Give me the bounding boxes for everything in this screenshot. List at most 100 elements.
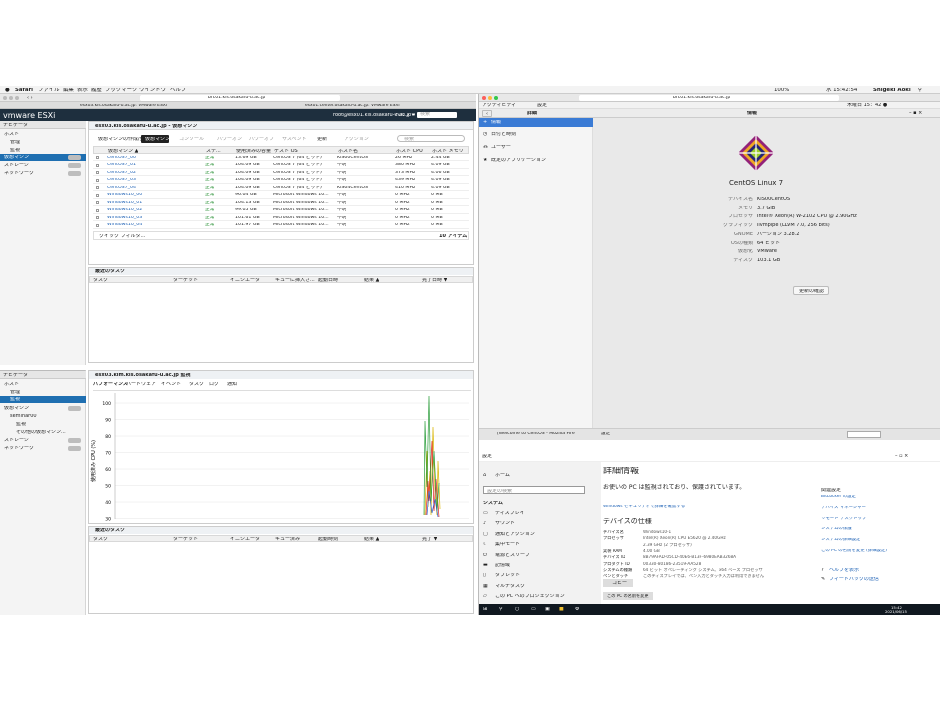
header-search-input[interactable]: 検索	[417, 111, 457, 118]
table-row[interactable]: Windows10_00 正常 96.04 GB Microsoft Windows …	[93, 192, 469, 199]
win-menu-item[interactable]: 集中モード	[495, 542, 520, 547]
bnav-vms[interactable]: 仮想マシン	[4, 406, 29, 411]
win-home[interactable]: ホーム	[495, 473, 510, 478]
table-cell[interactable]: CentOS7_04	[107, 186, 136, 191]
workspace-switcher[interactable]	[847, 431, 881, 438]
zoom-icon[interactable]	[15, 96, 19, 100]
table-cell[interactable]: Windows10_03	[107, 216, 142, 221]
table-row[interactable]: CentOS7_01 正常 104.09 GB CentOS 7 (64 ビット) 不明…	[93, 162, 469, 169]
back-arrow-icon[interactable]: ‹	[482, 110, 492, 117]
tab-hardware[interactable]: ハードウェア	[126, 382, 156, 387]
col-mem[interactable]: ホスト メモリ	[432, 149, 464, 154]
win-controls-icon[interactable]: – ▫ ×	[895, 454, 908, 459]
related-link[interactable]: システムの詳細設定	[821, 538, 860, 542]
btasks-col-initiator[interactable]: イニシエータ	[230, 537, 260, 542]
table-row[interactable]: CentOS7_03 正常 104.09 GB CentOS 7 (64 ビット) 不明…	[93, 177, 469, 184]
win-menu-item[interactable]: タブレット	[495, 573, 520, 578]
tasks-col-queued[interactable]: キューに挿入さ...	[275, 278, 315, 283]
app-menu[interactable]: Safari	[15, 88, 33, 93]
table-cell[interactable]: Windows10_01	[107, 201, 142, 206]
related-link[interactable]: BitLocker の設定	[821, 495, 856, 499]
nav-monitor[interactable]: 監視	[10, 148, 20, 153]
bnav-host[interactable]: ホスト	[4, 382, 19, 387]
win-menu-item[interactable]: 記憶域	[495, 563, 510, 568]
menubar-user[interactable]: Shigeki Aoki	[873, 88, 911, 93]
table-cell[interactable]: Windows10_02	[107, 208, 142, 213]
tasks-col-initiator[interactable]: イニシエータ	[230, 278, 260, 283]
btasks-col-queued[interactable]: キュー済み	[275, 537, 300, 542]
bnav-network[interactable]: ネットワーク	[4, 446, 34, 451]
row-checkbox[interactable]	[96, 178, 99, 182]
win-rename-button[interactable]: この PC の名前を変更	[603, 592, 653, 600]
tasks-col-complete[interactable]: 完了日時 ▼	[422, 278, 447, 283]
table-row[interactable]: CentOS7_02 正常 104.09 GB CentOS 7 (64 ビット) 不明…	[93, 169, 469, 177]
table-row[interactable]: CentOS7_04 正常 104.09 GB CentOS 7 (64 ビット) KI…	[93, 184, 469, 192]
apple-menu-icon[interactable]: ●	[5, 88, 10, 93]
menu-bookmarks[interactable]: ブックマーク	[105, 88, 137, 93]
win-menu-item[interactable]: 電源とスリープ	[495, 553, 530, 558]
side-item-users[interactable]: ユーザー	[491, 145, 511, 150]
win-menu-item[interactable]: 通知とアクション	[495, 532, 535, 537]
related-link[interactable]: リモート デスクトップ	[821, 517, 866, 521]
windows-start-icon[interactable]: ⊞	[483, 607, 487, 612]
window-controls-icon[interactable]: – ▪ ×	[909, 111, 922, 116]
win-menu-item[interactable]: この PC へのプロジェクション	[495, 594, 565, 599]
taskbar-folder-icon[interactable]: ■	[559, 607, 564, 612]
bnav-manage[interactable]: 管理	[10, 390, 20, 395]
power-off-button[interactable]: パワーオフ	[249, 137, 274, 142]
table-cell[interactable]: CentOS7_03	[107, 178, 136, 183]
tasks-col-start[interactable]: 起動日時	[318, 278, 338, 283]
col-vm[interactable]: 仮想マシン ▲	[108, 149, 138, 154]
table-cell[interactable]: Windows10_00	[107, 193, 142, 198]
vm-search-input[interactable]: 検索	[397, 135, 465, 142]
table-cell[interactable]: Windows10_04	[107, 223, 142, 228]
row-checkbox[interactable]	[96, 201, 99, 204]
win-copy-button[interactable]: コピー	[603, 579, 633, 587]
win-search-input[interactable]: 設定の検索	[483, 486, 585, 494]
row-checkbox[interactable]	[96, 193, 99, 197]
table-row[interactable]: CentOS7_00 正常 13.69 GB CentOS 7 (64 ビット) KIS…	[93, 154, 469, 162]
bnav-storage[interactable]: ストレージ	[4, 438, 29, 443]
close-icon[interactable]	[482, 96, 486, 100]
col-guest[interactable]: ゲスト OS	[274, 149, 298, 154]
console-button[interactable]: コンソール	[179, 137, 204, 142]
minimize-icon[interactable]	[9, 96, 13, 100]
suspend-button[interactable]: サスペンド	[282, 137, 307, 142]
related-link[interactable]: この PC の名前を変更 (詳細設定)	[821, 549, 887, 553]
refresh-button[interactable]: 更新	[317, 137, 327, 142]
col-hostname[interactable]: ホスト名	[338, 149, 358, 154]
taskbar-firefox[interactable]: [Welcome to CentOS - Mozilla Fire	[497, 432, 575, 437]
btasks-col-complete[interactable]: 完了 ▼	[422, 537, 437, 542]
row-checkbox[interactable]	[96, 156, 99, 159]
bnav-monitor-selected[interactable]: 監視	[0, 396, 86, 403]
win-help-link[interactable]: ヘルプを表示	[829, 568, 859, 573]
side-item-info-selected[interactable]: + 情報	[479, 118, 593, 127]
zoom-icon[interactable]	[494, 96, 498, 100]
menu-file[interactable]: ファイル	[38, 88, 60, 93]
taskbar-search-icon[interactable]: ⚲	[499, 607, 503, 612]
check-updates-button[interactable]: 更新の確認	[793, 286, 829, 295]
btasks-col-start[interactable]: 起動時刻	[318, 537, 338, 542]
tab-notifications[interactable]: 通知	[227, 382, 237, 387]
btasks-col-task[interactable]: タスク	[93, 537, 108, 542]
close-icon[interactable]	[3, 96, 7, 100]
tasks-col-target[interactable]: ターゲット	[173, 278, 198, 283]
help-menu[interactable]: ヘルプ ▾	[395, 113, 414, 118]
table-cell[interactable]: CentOS7_00	[107, 156, 136, 161]
menu-edit[interactable]: 編集	[63, 88, 74, 93]
win-menu-item[interactable]: サウンド	[495, 521, 515, 526]
table-row[interactable]: Windows10_04 正常 101.97 GB Microsoft Windows…	[93, 222, 469, 229]
activities-button[interactable]: アクティビティ	[482, 103, 516, 108]
nav-vms-selected[interactable]: 仮想マシン	[0, 154, 86, 161]
side-item-default-apps[interactable]: 既定のアプリケーション	[491, 158, 546, 163]
nav-manage[interactable]: 管理	[10, 140, 20, 145]
row-checkbox[interactable]	[96, 171, 99, 174]
tasks-col-result[interactable]: 結果 ▲	[364, 278, 379, 283]
btasks-col-target[interactable]: ターゲット	[173, 537, 198, 542]
row-checkbox[interactable]	[96, 186, 99, 189]
nav-host[interactable]: ホスト	[4, 132, 19, 137]
nav-storage[interactable]: ストレージ	[4, 163, 29, 168]
row-checkbox[interactable]	[96, 208, 99, 212]
col-status[interactable]: ステ...	[206, 149, 221, 154]
col-cpu[interactable]: ホスト CPU	[396, 149, 423, 154]
